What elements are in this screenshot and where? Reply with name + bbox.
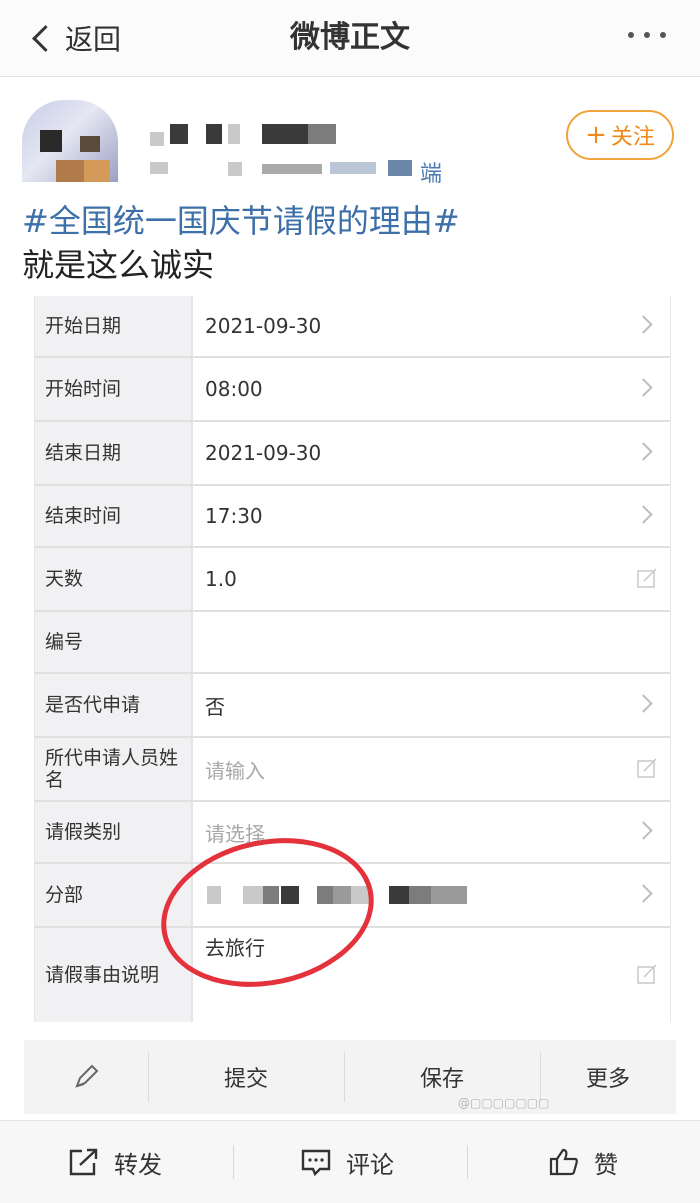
form-row-value: 2021-09-30 xyxy=(205,314,322,338)
edit-icon xyxy=(637,758,657,778)
comment-button[interactable]: 评论 xyxy=(300,1121,394,1203)
bottom-action-bar: 转发 评论 赞 xyxy=(0,1120,700,1203)
form-row-label: 所代申请人员姓名 xyxy=(35,738,193,800)
like-button[interactable]: 赞 xyxy=(548,1121,618,1203)
repost-icon xyxy=(69,1148,98,1176)
form-row-proxy-name[interactable]: 所代申请人员姓名 请输入 xyxy=(35,738,670,802)
chevron-right-icon xyxy=(634,315,653,334)
form-row-days[interactable]: 天数 1.0 xyxy=(35,548,670,612)
form-row-end-time[interactable]: 结束时间 17:30 xyxy=(35,486,670,548)
chevron-right-icon xyxy=(634,821,653,840)
form-row-label: 开始时间 xyxy=(35,358,193,420)
form-row-value: 17:30 xyxy=(205,504,263,528)
edit-icon xyxy=(637,568,657,588)
more-dots-icon[interactable] xyxy=(628,32,666,38)
top-nav-bar: 返回 微博正文 xyxy=(0,0,700,77)
post-hashtag[interactable]: #全国统一国庆节请假的理由# xyxy=(22,196,460,242)
form-row-label: 是否代申请 xyxy=(35,674,193,736)
page-title: 微博正文 xyxy=(290,20,410,55)
form-row-value: 1.0 xyxy=(205,567,237,591)
submit-button[interactable]: 提交 xyxy=(148,1040,344,1114)
follow-label: 关注 xyxy=(610,125,655,150)
chevron-right-icon xyxy=(634,694,653,713)
watermark: @▢▢▢▢▢▢▢ xyxy=(458,1096,550,1110)
form-row-label: 开始日期 xyxy=(35,296,193,356)
form-row-value: 2021-09-30 xyxy=(205,441,322,465)
like-label: 赞 xyxy=(594,1150,618,1179)
post-source: 端 xyxy=(420,162,443,187)
edit-icon xyxy=(637,964,657,984)
thumbs-up-icon xyxy=(549,1148,578,1176)
comment-icon xyxy=(301,1149,331,1177)
form-row-start-time[interactable]: 开始时间 08:00 xyxy=(35,358,670,422)
chevron-right-icon xyxy=(634,884,653,903)
follow-button[interactable]: + 关注 xyxy=(566,110,674,160)
more-actions-button[interactable]: 更多 xyxy=(540,1040,676,1114)
form-row-number[interactable]: 编号 xyxy=(35,612,670,674)
pencil-button[interactable] xyxy=(24,1040,148,1114)
chevron-right-icon xyxy=(634,505,653,524)
form-row-label: 结束时间 xyxy=(35,486,193,546)
form-action-bar: 提交 保存 更多 xyxy=(24,1040,676,1114)
chevron-right-icon xyxy=(634,442,653,461)
repost-label: 转发 xyxy=(114,1150,162,1179)
form-row-label: 天数 xyxy=(35,548,193,610)
repost-button[interactable]: 转发 xyxy=(68,1121,162,1203)
form-row-placeholder: 请输入 xyxy=(205,758,265,783)
form-row-label: 请假类别 xyxy=(35,802,193,862)
comment-label: 评论 xyxy=(346,1150,394,1179)
chevron-right-icon xyxy=(634,378,653,397)
form-row-start-date[interactable]: 开始日期 2021-09-30 xyxy=(35,296,670,358)
pencil-icon xyxy=(75,1064,99,1088)
post-text: 就是这么诚实 xyxy=(22,246,215,284)
form-row-label: 结束日期 xyxy=(35,422,193,484)
avatar[interactable] xyxy=(22,100,118,182)
plus-icon: + xyxy=(585,120,607,150)
form-row-proxy[interactable]: 是否代申请 否 xyxy=(35,674,670,738)
form-row-value: 08:00 xyxy=(205,377,263,401)
form-row-value: 否 xyxy=(205,694,225,719)
form-row-label: 编号 xyxy=(35,612,193,672)
form-row-end-date[interactable]: 结束日期 2021-09-30 xyxy=(35,422,670,486)
form-row-leave-type[interactable]: 请假类别 请选择 xyxy=(35,802,670,864)
